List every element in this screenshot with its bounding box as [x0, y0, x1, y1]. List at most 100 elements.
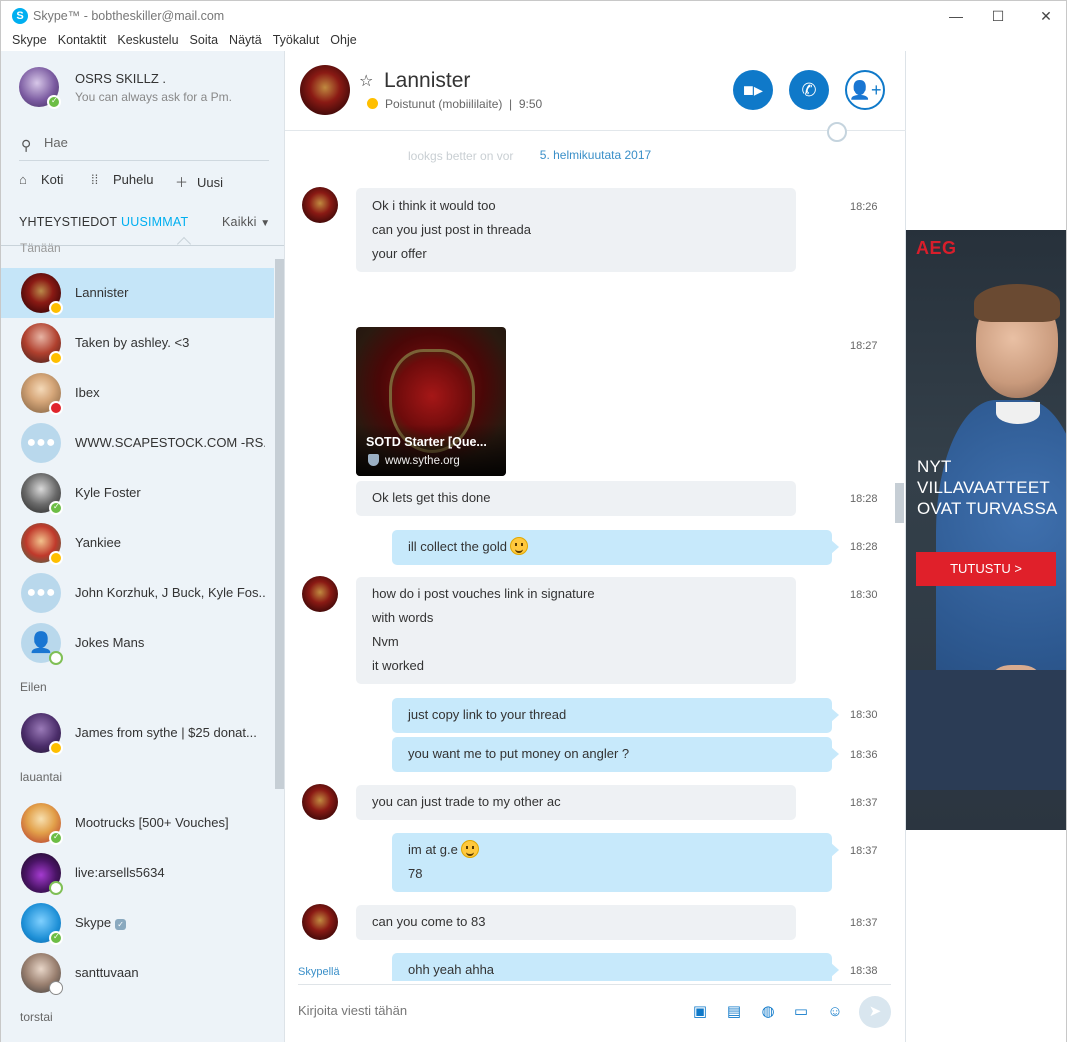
send-image-icon[interactable]: ▣: [691, 1004, 709, 1020]
send-file-icon[interactable]: ▤: [725, 1004, 743, 1020]
message-bubble-outgoing[interactable]: ohh yeah ahha: [392, 953, 839, 981]
ad-headline-line: OVAT TURVASSA: [917, 499, 1058, 518]
minimize-icon[interactable]: —: [941, 5, 971, 27]
avatar: [21, 903, 63, 945]
tab-contacts[interactable]: YHTEYSTIEDOT: [19, 215, 117, 229]
menu-nayta[interactable]: Näytä: [218, 30, 262, 51]
contact-item-yankiee[interactable]: Yankiee: [1, 518, 274, 568]
message-bubble-incoming[interactable]: Ok i think it would too can you just pos…: [356, 188, 796, 272]
group-label-saturday: lauantai: [20, 770, 63, 784]
message-bubble-incoming[interactable]: you can just trade to my other ac: [356, 785, 796, 820]
close-icon[interactable]: ✕: [1031, 5, 1061, 27]
message-text: ill collect the gold: [408, 539, 507, 554]
sender-avatar[interactable]: [302, 187, 338, 223]
message-bubble-outgoing[interactable]: ill collect the gold: [392, 530, 839, 565]
ad-headline-line: NYT: [917, 457, 952, 476]
message-time: 18:37: [850, 797, 878, 809]
message-text: can you just post in threada: [372, 222, 531, 237]
message-bubble-outgoing[interactable]: im at g.e 78: [392, 833, 839, 892]
verified-icon: ✓: [115, 919, 127, 930]
link-preview-card[interactable]: SOTD Starter [Que... www.sythe.org: [356, 327, 506, 476]
conversation-pane: ☆ Lannister Poistunut (mobiililaite) | 9…: [285, 51, 906, 1042]
menu-keskustelu[interactable]: Keskustelu: [106, 30, 178, 51]
home-label: Koti: [41, 172, 64, 187]
online-status-icon: [49, 831, 63, 845]
avatar: [21, 323, 63, 365]
menu-tyokalut[interactable]: Työkalut: [262, 30, 320, 51]
profile-avatar[interactable]: [19, 67, 61, 109]
ad-cta-button[interactable]: TUTUSTU >: [916, 552, 1056, 586]
avatar: ●●●: [21, 423, 61, 463]
message-bubble-incoming[interactable]: Ok lets get this done: [356, 481, 796, 516]
home-button[interactable]: ⌂ Koti: [19, 172, 63, 187]
contact-item-james-sythe[interactable]: James from sythe | $25 donat...: [1, 708, 274, 758]
send-button[interactable]: ➤: [859, 996, 891, 1028]
menu-ohje[interactable]: Ohje: [319, 30, 356, 51]
group-label-yesterday: Eilen: [20, 680, 47, 694]
search-box[interactable]: ⚲ Hae: [19, 131, 269, 161]
date-separator: 5. helmikuutata 2017: [539, 148, 652, 162]
contact-item-jokes-mans[interactable]: 👤 Jokes Mans: [1, 618, 274, 668]
message-text: just copy link to your thread: [408, 707, 567, 722]
menu-skype[interactable]: Skype: [1, 30, 47, 51]
favorite-star-icon[interactable]: ☆: [359, 71, 373, 91]
dialpad-icon: ⁞⁞: [91, 172, 99, 187]
globe-icon[interactable]: [827, 122, 847, 142]
contact-item-santtuvaan[interactable]: santtuvaan: [1, 948, 274, 998]
sidebar-scrollbar[interactable]: [275, 259, 284, 789]
send-via-label[interactable]: Skypellä: [298, 966, 340, 978]
sender-avatar[interactable]: [302, 904, 338, 940]
chat-avatar[interactable]: [300, 65, 350, 115]
filter-dropdown[interactable]: Kaikki ▼: [222, 215, 270, 229]
chat-title[interactable]: Lannister: [384, 69, 470, 93]
message-bubble-incoming[interactable]: can you come to 83: [356, 905, 796, 940]
profile-card[interactable]: OSRS SKILLZ . You can always ask for a P…: [19, 67, 279, 111]
quick-nav: ⌂ Koti ⁞⁞ Puhelu ＋ Uusi: [19, 172, 279, 192]
maximize-icon[interactable]: ☐: [983, 5, 1013, 27]
contact-item-kyle-foster[interactable]: Kyle Foster: [1, 468, 274, 518]
sender-avatar[interactable]: [302, 576, 338, 612]
home-icon: ⌂: [19, 172, 27, 187]
call-button[interactable]: ⁞⁞ Puhelu: [91, 172, 153, 187]
advertisement-banner[interactable]: AEG NYT VILLAVAATTEET OVAT TURVASSA TUTU…: [906, 230, 1066, 830]
contact-item-lannister[interactable]: Lannister: [1, 268, 274, 318]
tab-recent[interactable]: UUSIMMAT: [121, 215, 188, 229]
menu-soita[interactable]: Soita: [179, 30, 219, 51]
add-participant-button[interactable]: 👤+: [845, 70, 885, 110]
contact-item-arsells[interactable]: live:arsells5634: [1, 848, 274, 898]
new-button[interactable]: ＋ Uusi: [175, 172, 223, 191]
send-contact-icon[interactable]: ▭: [792, 1004, 810, 1020]
sender-avatar[interactable]: [302, 784, 338, 820]
group-label-today: Tänään: [20, 241, 61, 255]
profile-name: OSRS SKILLZ .: [75, 71, 167, 86]
window-title: Skype™ - bobtheskiller@mail.com: [33, 9, 225, 23]
conversation-scrollbar[interactable]: [895, 483, 904, 523]
menu-kontaktit[interactable]: Kontaktit: [47, 30, 107, 51]
message-bubble-incoming[interactable]: how do i post vouches link in signature …: [356, 577, 796, 684]
message-text: you can just trade to my other ac: [372, 794, 561, 809]
contact-tabs: YHTEYSTIEDOT UUSIMMAT Kaikki ▼: [19, 213, 274, 252]
emoticon-icon[interactable]: ☺: [826, 1004, 844, 1020]
video-message-icon[interactable]: ◍: [759, 1004, 777, 1020]
search-input[interactable]: Hae: [44, 135, 68, 150]
composer-divider: [298, 984, 891, 985]
contact-item-group-korzhuk[interactable]: ●●● John Korzhuk, J Buck, Kyle Fos...: [1, 568, 274, 618]
video-call-button[interactable]: ■▸: [733, 70, 773, 110]
contact-item-skype[interactable]: Skype✓: [1, 898, 274, 948]
link-preview-domain: www.sythe.org: [385, 455, 460, 467]
contact-item-scapestock[interactable]: ●●● WWW.SCAPESTOCK.COM -RS...: [1, 418, 274, 468]
contact-item-mootrucks[interactable]: Mootrucks [500+ Vouches]: [1, 798, 274, 848]
profile-mood[interactable]: You can always ask for a Pm.: [75, 90, 232, 104]
message-text: it worked: [372, 658, 425, 673]
message-bubble-outgoing[interactable]: just copy link to your thread: [392, 698, 839, 733]
message-bubble-outgoing[interactable]: you want me to put money on angler ?: [392, 737, 839, 772]
message-time: 18:30: [850, 709, 878, 721]
message-time: 18:30: [850, 589, 878, 601]
contact-item-ashley[interactable]: Taken by ashley. <3: [1, 318, 274, 368]
chat-status-text: Poistunut (mobiililaite): [385, 97, 503, 111]
message-input[interactable]: Kirjoita viesti tähän: [298, 1003, 407, 1018]
contact-item-ibex[interactable]: Ibex: [1, 368, 274, 418]
contact-name: Kyle Foster: [75, 485, 141, 500]
message-time: 18:36: [850, 749, 878, 761]
audio-call-button[interactable]: ✆: [789, 70, 829, 110]
